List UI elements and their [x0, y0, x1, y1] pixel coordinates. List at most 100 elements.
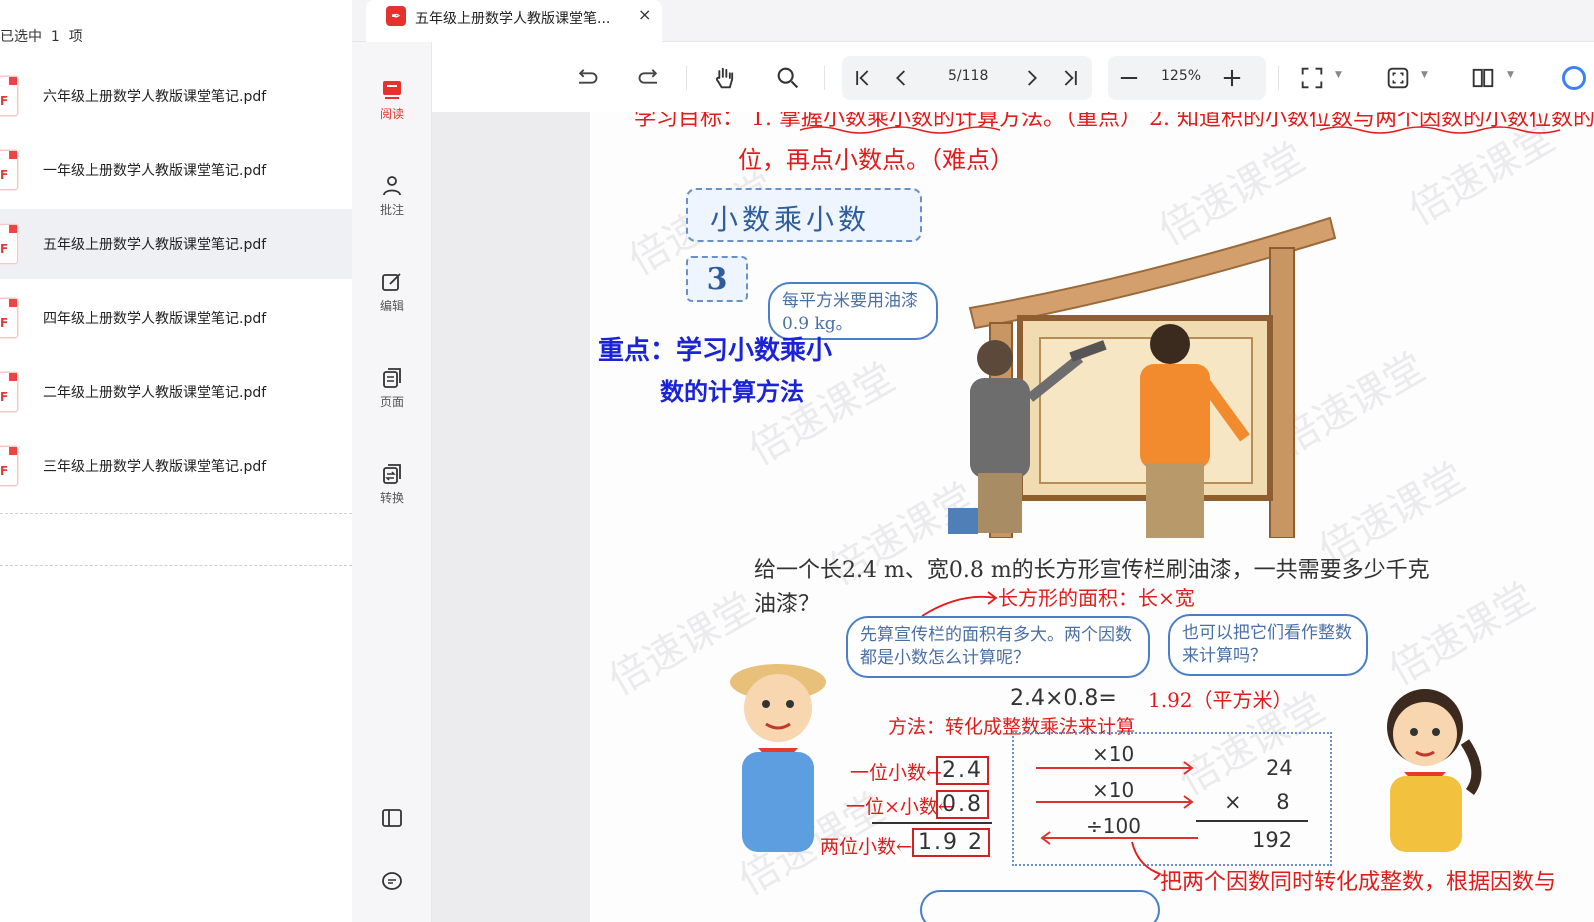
document-tab[interactable]: ✒ 五年级上册数学人教版课堂笔... ×: [366, 0, 662, 42]
annotate-icon: [383, 176, 401, 196]
undo-icon[interactable]: [572, 64, 600, 92]
redo-icon[interactable]: [636, 64, 664, 92]
toolbar-divider: [686, 66, 687, 90]
speech-bubble-partial: [920, 890, 1160, 922]
last-page-icon[interactable]: [1056, 64, 1084, 92]
calc-box: 0.8: [936, 790, 989, 819]
file-name: 二年级上册数学人教版课堂笔记.pdf: [43, 385, 267, 401]
example-number: 3: [706, 262, 728, 297]
underline-decoration: [800, 126, 1561, 134]
close-icon[interactable]: ×: [638, 5, 651, 24]
page-indicator[interactable]: 5/118: [948, 68, 988, 84]
file-row[interactable]: F 四年级上册数学人教版课堂笔记.pdf: [0, 283, 352, 353]
fullscreen-icon[interactable]: [1384, 64, 1412, 92]
divider: [0, 513, 352, 514]
integer-value: × 8: [1224, 790, 1290, 814]
handwritten-note: 数的计算方法: [660, 377, 804, 406]
zoom-out-icon[interactable]: [1115, 64, 1143, 92]
file-name: 一年级上册数学人教版课堂笔记.pdf: [43, 163, 267, 179]
search-icon[interactable]: [774, 64, 802, 92]
handwritten-note: 长方形的面积：长×宽: [998, 586, 1195, 610]
file-name: 五年级上册数学人教版课堂笔记.pdf: [43, 237, 267, 253]
chevron-down-icon[interactable]: ▼: [1507, 70, 1514, 80]
pdf-file-icon: F: [0, 150, 18, 190]
sidebar-item-read[interactable]: 阅读: [352, 78, 432, 138]
zoom-in-icon[interactable]: [1218, 64, 1246, 92]
file-row-selected[interactable]: F 五年级上册数学人教版课堂笔记.pdf: [0, 209, 352, 279]
toolbar-divider: [824, 66, 825, 90]
pdf-page: 倍速课堂 倍速课堂 倍速课堂 倍速课堂 倍速课堂 倍速课堂 倍速课堂 倍速课堂 …: [590, 112, 1594, 922]
equation: 2.4×0.8=: [1010, 686, 1117, 711]
problem-text: 给一个长2.4 m、宽0.8 m的长方形宣传栏刷油漆，一共需要多少千克: [754, 558, 1430, 583]
fit-page-icon[interactable]: [1298, 64, 1326, 92]
file-name: 四年级上册数学人教版课堂笔记.pdf: [43, 311, 267, 327]
sidebar-item-label: 编辑: [379, 299, 404, 313]
toolbar-divider: [1278, 66, 1279, 90]
sidebar-item-pages[interactable]: 页面: [352, 366, 432, 426]
boy-illustration: [730, 664, 826, 852]
integer-value: 24: [1266, 756, 1293, 780]
pdf-file-icon: F: [0, 76, 18, 116]
sidebar-item-label: 页面: [379, 395, 404, 409]
hand-tool-icon[interactable]: [710, 64, 738, 92]
selection-status: 已选中 1 项: [0, 29, 83, 45]
pdf-app-icon: ✒: [386, 6, 406, 26]
first-page-icon[interactable]: [849, 64, 877, 92]
girl-illustration: [1387, 689, 1482, 852]
conversion-arrows: [1036, 761, 1198, 845]
sidebar-item-edit[interactable]: 编辑: [352, 270, 432, 330]
comment-icon[interactable]: [380, 870, 404, 894]
panel-toggle-icon[interactable]: [380, 806, 404, 830]
chevron-down-icon[interactable]: ▼: [1421, 70, 1428, 80]
pdf-file-icon: F: [0, 446, 18, 486]
section-title: 小数乘小数: [710, 203, 871, 236]
pdf-file-icon: F: [0, 298, 18, 338]
calc-line: [1196, 820, 1308, 822]
calc-box: 1.9 2: [912, 828, 990, 857]
toolbar: 5/118 125% ▼ ▼ ▼: [432, 42, 1594, 112]
painters-illustration: [948, 216, 1337, 538]
handwritten-note: 把两个因数同时转化成整数，根据因数与: [1160, 870, 1557, 895]
edit-icon: [382, 273, 401, 291]
sidebar-item-label: 转换: [379, 491, 404, 505]
previous-page-icon[interactable]: [888, 64, 916, 92]
convert-icon: [383, 464, 401, 484]
file-name: 三年级上册数学人教版课堂笔记.pdf: [43, 459, 267, 475]
tab-bar: ✒ 五年级上册数学人教版课堂笔... ×: [352, 0, 1594, 42]
speech-bubble: 也可以把它们看作整数来计算吗？: [1168, 614, 1368, 676]
sidebar-item-annotate[interactable]: 批注: [352, 174, 432, 234]
speech-bubble: 先算宣传栏的面积有多大。两个因数都是小数怎么计算呢？: [846, 616, 1150, 678]
learning-goal-line-2: 位，再点小数点。（难点）: [738, 146, 1014, 174]
calc-box: 2.4: [936, 756, 989, 785]
pdf-file-icon: F: [0, 224, 18, 264]
file-list-panel: 已选中 1 项 F 六年级上册数学人教版课堂笔记.pdf F 一年级上册数学人教…: [0, 0, 352, 922]
file-row[interactable]: F 一年级上册数学人教版课堂笔记.pdf: [0, 135, 352, 205]
pdf-file-icon: F: [0, 372, 18, 412]
sidebar-item-label: 阅读: [379, 107, 404, 121]
handwritten-answer: 1.92（平方米）: [1148, 688, 1293, 712]
avatar[interactable]: [1562, 66, 1586, 90]
file-row[interactable]: F 三年级上册数学人教版课堂笔记.pdf: [0, 431, 352, 501]
problem-text: 油漆？: [754, 592, 821, 617]
function-sidebar: 阅读 批注 编辑 页面 转换: [352, 42, 432, 922]
section-title-box: 小数乘小数: [686, 188, 922, 242]
pages-icon: [383, 368, 401, 388]
sidebar-item-convert[interactable]: 转换: [352, 462, 432, 522]
read-icon: [383, 81, 401, 99]
sidebar-item-label: 批注: [379, 203, 404, 217]
tab-title: 五年级上册数学人教版课堂笔...: [415, 11, 611, 27]
zoom-level[interactable]: 125%: [1161, 68, 1201, 84]
integer-value: 192: [1252, 828, 1293, 852]
decimal-label: 两位小数←: [820, 836, 912, 858]
divider: [0, 565, 352, 566]
page-layout-icon[interactable]: [1469, 64, 1497, 92]
decimal-label: 一位小数←: [850, 762, 942, 784]
calc-line: [872, 822, 992, 824]
next-page-icon[interactable]: [1017, 64, 1045, 92]
example-number-box: 3: [686, 256, 748, 302]
file-row[interactable]: F 二年级上册数学人教版课堂笔记.pdf: [0, 357, 352, 427]
document-viewer[interactable]: 倍速课堂 倍速课堂 倍速课堂 倍速课堂 倍速课堂 倍速课堂 倍速课堂 倍速课堂 …: [432, 112, 1594, 922]
chevron-down-icon[interactable]: ▼: [1335, 70, 1342, 80]
file-row[interactable]: F 六年级上册数学人教版课堂笔记.pdf: [0, 61, 352, 131]
file-name: 六年级上册数学人教版课堂笔记.pdf: [43, 89, 267, 105]
